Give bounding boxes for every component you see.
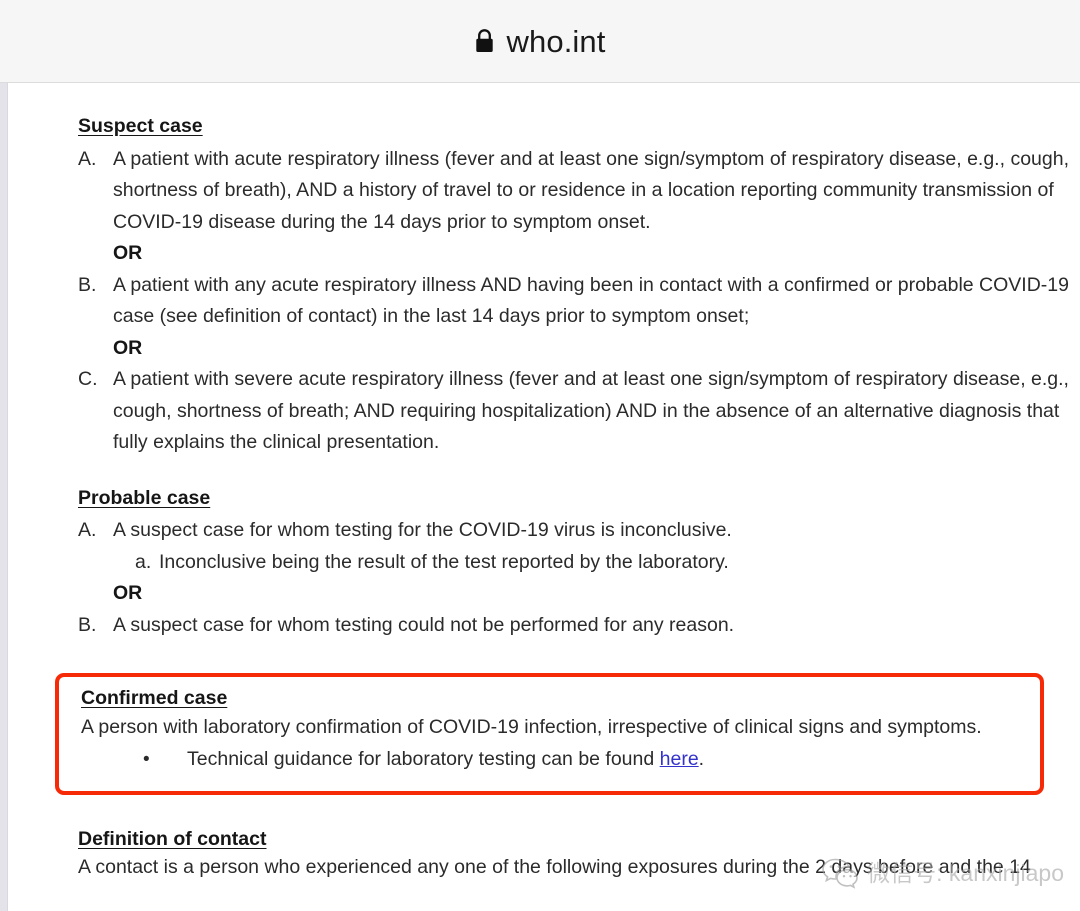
confirmed-case-heading: Confirmed case [81,687,228,709]
confirmed-case-description: A person with laboratory confirmation of… [81,716,982,738]
list-item: A. A suspect case for whom testing for t… [78,515,1080,547]
bullet-text-after: . [698,748,705,770]
definition-of-contact-text: A contact is a person who experienced an… [78,856,1031,878]
text-line: fully explains the clinical presentation… [113,431,440,453]
list-marker: C. [78,368,98,390]
text-line: A patient with severe acute respiratory … [113,368,1069,390]
list-item-body: A patient with any acute respiratory ill… [113,270,1080,333]
list-marker: B. [78,613,97,636]
list-marker: A. [78,519,97,541]
lock-icon [475,29,494,53]
confirmed-case-heading-wrap: Confirmed case [81,687,1040,712]
page-area: Suspect case A. A patient with acute res… [0,83,1080,911]
list-item: A. A patient with acute respiratory illn… [78,144,1080,239]
probable-case-section: Probable case [78,483,1080,516]
confirmed-case-highlight-box: Confirmed case A person with laboratory … [55,673,1044,795]
text-line: COVID-19 disease during the 14 days prio… [113,210,651,233]
text-line: A patient with any acute respiratory ill… [113,273,1069,296]
definition-of-contact-section: Definition of contact A contact is a per… [78,828,1080,884]
document-content: Suspect case A. A patient with acute res… [8,83,1080,641]
confirmed-case-content: Confirmed case A person with laboratory … [59,677,1040,775]
definition-of-contact-heading: Definition of contact [78,828,267,850]
suspect-case-heading: Suspect case [78,115,203,137]
suspect-case-section: Suspect case [78,111,1080,144]
list-item: C. A patient with severe acute respirato… [78,364,1080,459]
sub-list-item-body: Inconclusive being the result of the tes… [159,550,729,573]
bullet-text-before: Technical guidance for laboratory testin… [187,748,660,770]
list-marker: A. [78,147,97,170]
list-item-body: A patient with acute respiratory illness… [113,144,1080,239]
bullet-icon: • [143,749,150,770]
text-line: A patient with acute respiratory illness… [113,147,1069,170]
probable-case-heading: Probable case [78,486,211,509]
connector-or: OR [113,582,143,604]
text-line: case (see definition of contact) in the … [113,305,750,327]
connector-or: OR [113,242,143,264]
document-viewport[interactable]: Suspect case A. A patient with acute res… [8,83,1080,911]
list-item: B. A patient with any acute respiratory … [78,270,1080,333]
browser-url-bar[interactable]: who.int [0,0,1080,83]
url-text: who.int [506,23,606,59]
text-line: cough, shortness of breath; AND requirin… [113,399,1060,422]
laboratory-testing-link[interactable]: here [660,748,699,770]
sub-list-item: a. Inconclusive being the result of the … [135,547,1080,579]
url-group: who.int [475,26,606,57]
list-item-body: A suspect case for whom testing could no… [113,613,735,636]
list-item: B. A suspect case for whom testing could… [78,610,1080,642]
list-item-body: A patient with severe acute respiratory … [113,364,1080,459]
confirmed-case-bullet-item: • Technical guidance for laboratory test… [143,744,1040,775]
bullet-text: Technical guidance for laboratory testin… [187,744,704,775]
connector-or: OR [113,336,143,359]
definition-of-contact-heading-wrap: Definition of contact [78,828,1080,852]
sub-list-marker: a. [135,550,152,573]
list-item-body: A suspect case for whom testing for the … [113,519,732,541]
list-marker: B. [78,273,97,296]
page-left-gutter [0,83,8,911]
text-line: shortness of breath), AND a history of t… [113,179,1054,201]
